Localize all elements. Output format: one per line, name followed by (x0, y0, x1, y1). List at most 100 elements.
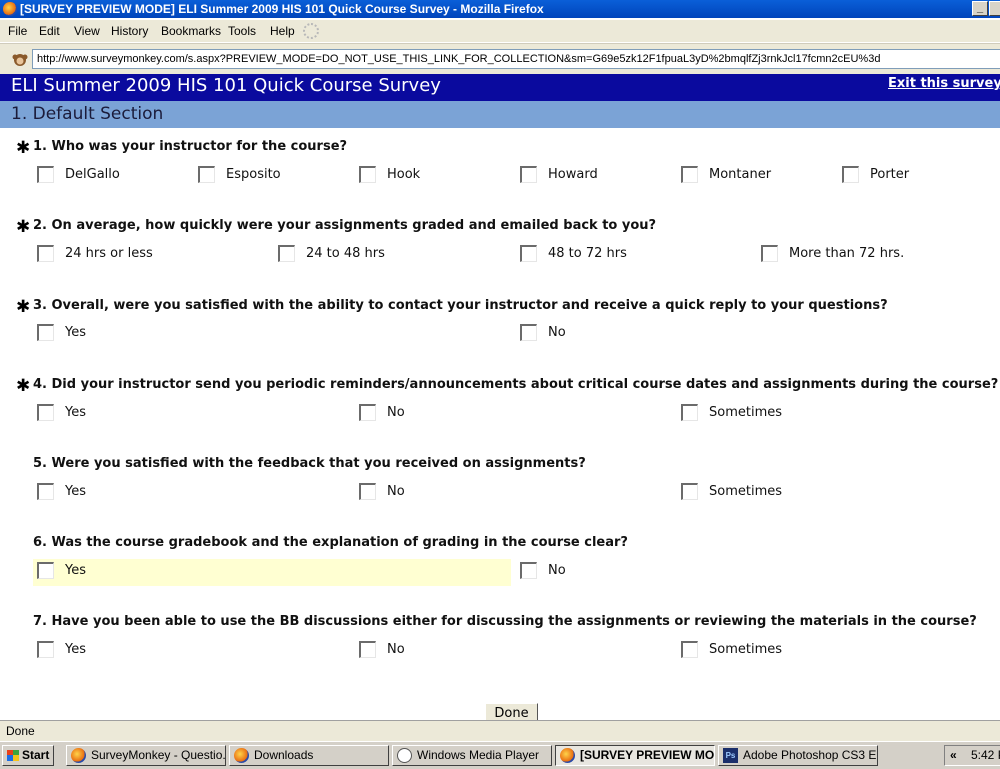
menu-help[interactable]: Help (270, 24, 295, 38)
checkbox[interactable] (761, 245, 778, 262)
q1-option-howard[interactable]: Howard (516, 163, 666, 187)
minimize-button[interactable]: _ (972, 1, 988, 16)
option-label: Hook (387, 167, 421, 182)
checkbox[interactable] (681, 641, 698, 658)
menu-history[interactable]: History (111, 24, 148, 38)
q5-option-yes[interactable]: Yes (33, 480, 343, 504)
question-1-text: 1. Who was your instructor for the cours… (33, 139, 348, 154)
checkbox[interactable] (37, 245, 54, 262)
checkbox[interactable] (681, 483, 698, 500)
q1-option-hook[interactable]: Hook (355, 163, 505, 187)
status-bar: Done (0, 720, 1000, 741)
firefox-icon (234, 748, 249, 763)
checkbox[interactable] (681, 166, 698, 183)
question-4-text: 4. Did your instructor send you periodic… (33, 377, 999, 392)
task-label: Downloads (254, 748, 314, 762)
taskbar-item-survey-preview[interactable]: [SURVEY PREVIEW MO... (555, 745, 715, 766)
q7-option-no[interactable]: No (355, 638, 665, 662)
checkbox[interactable] (37, 166, 54, 183)
option-label: Howard (548, 167, 598, 182)
menu-bookmarks[interactable]: Bookmarks (161, 24, 221, 38)
menu-file[interactable]: File (8, 24, 27, 38)
checkbox[interactable] (359, 404, 376, 421)
taskbar-item-downloads[interactable]: Downloads (229, 745, 389, 766)
taskbar-item-surveymonkey[interactable]: SurveyMonkey - Questio... (66, 745, 226, 766)
option-label: Yes (65, 563, 86, 578)
loading-throbber-icon (303, 23, 319, 39)
restore-button[interactable] (989, 1, 1000, 16)
checkbox[interactable] (37, 404, 54, 421)
checkbox[interactable] (359, 641, 376, 658)
option-label: 24 hrs or less (65, 246, 153, 261)
taskbar-item-media-player[interactable]: Windows Media Player (392, 745, 552, 766)
option-label: Sometimes (709, 484, 783, 499)
checkbox[interactable] (37, 324, 54, 341)
checkbox[interactable] (37, 562, 54, 579)
q5-option-sometimes[interactable]: Sometimes (677, 480, 987, 504)
survey-header: ELI Summer 2009 HIS 101 Quick Course Sur… (0, 74, 1000, 101)
taskbar-item-photoshop[interactable]: Ps Adobe Photoshop CS3 E... (718, 745, 878, 766)
checkbox[interactable] (520, 324, 537, 341)
q4-option-yes[interactable]: Yes (33, 401, 343, 425)
menu-view[interactable]: View (74, 24, 100, 38)
q5-option-no[interactable]: No (355, 480, 665, 504)
question-5-text: 5. Were you satisfied with the feedback … (33, 456, 586, 471)
system-tray: « 5:42 PM (944, 745, 1000, 766)
menu-tools[interactable]: Tools (228, 24, 256, 38)
option-label: No (548, 563, 566, 578)
q6-option-no[interactable]: No (516, 559, 986, 583)
url-input[interactable]: http://www.surveymonkey.com/s.aspx?PREVI… (32, 49, 1000, 69)
q7-option-sometimes[interactable]: Sometimes (677, 638, 987, 662)
section-title: 1. Default Section (11, 104, 164, 124)
survey-title: ELI Summer 2009 HIS 101 Quick Course Sur… (11, 75, 441, 96)
checkbox[interactable] (278, 245, 295, 262)
window-title: [SURVEY PREVIEW MODE] ELI Summer 2009 HI… (20, 2, 544, 16)
question-6-text: 6. Was the course gradebook and the expl… (33, 535, 628, 550)
option-label: Esposito (226, 167, 281, 182)
checkbox[interactable] (842, 166, 859, 183)
firefox-icon (71, 748, 86, 763)
required-marker: ✱ (16, 217, 31, 237)
checkbox[interactable] (359, 483, 376, 500)
window-title-bar[interactable]: [SURVEY PREVIEW MODE] ELI Summer 2009 HI… (0, 0, 1000, 18)
option-label: No (548, 325, 566, 340)
menu-edit[interactable]: Edit (39, 24, 60, 38)
checkbox[interactable] (37, 483, 54, 500)
checkbox[interactable] (681, 404, 698, 421)
q2-option-24hrs-or-less[interactable]: 24 hrs or less (33, 242, 263, 266)
clock: 5:42 PM (971, 748, 1000, 762)
q6-option-yes[interactable]: Yes (33, 559, 511, 586)
menu-bar: File Edit View History Bookmarks Tools H… (0, 20, 1000, 42)
q2-option-48-to-72[interactable]: 48 to 72 hrs (516, 242, 746, 266)
q2-option-24-to-48[interactable]: 24 to 48 hrs (274, 242, 504, 266)
checkbox[interactable] (520, 562, 537, 579)
option-label: 48 to 72 hrs (548, 246, 627, 261)
photoshop-icon: Ps (723, 748, 738, 763)
q3-option-yes[interactable]: Yes (33, 321, 503, 345)
q1-option-porter[interactable]: Porter (838, 163, 988, 187)
option-label: Yes (65, 642, 86, 657)
checkbox[interactable] (520, 245, 537, 262)
question-2-text: 2. On average, how quickly were your ass… (33, 218, 657, 233)
q2-option-more-than-72[interactable]: More than 72 hrs. (757, 242, 987, 266)
option-label: Yes (65, 325, 86, 340)
option-label: No (387, 405, 405, 420)
tray-expand-button[interactable]: « (950, 746, 957, 765)
q1-option-esposito[interactable]: Esposito (194, 163, 344, 187)
q3-option-no[interactable]: No (516, 321, 986, 345)
checkbox[interactable] (37, 641, 54, 658)
q1-option-delgallo[interactable]: DelGallo (33, 163, 183, 187)
checkbox[interactable] (198, 166, 215, 183)
section-header: 1. Default Section (0, 101, 1000, 128)
exit-survey-link[interactable]: Exit this survey (888, 76, 1000, 91)
checkbox[interactable] (520, 166, 537, 183)
checkbox[interactable] (359, 166, 376, 183)
firefox-icon (3, 2, 17, 16)
required-marker: ✱ (16, 297, 31, 317)
q7-option-yes[interactable]: Yes (33, 638, 343, 662)
q4-option-sometimes[interactable]: Sometimes (677, 401, 987, 425)
q4-option-no[interactable]: No (355, 401, 665, 425)
q1-option-montaner[interactable]: Montaner (677, 163, 827, 187)
status-text: Done (6, 724, 35, 738)
start-button[interactable]: Start (2, 745, 54, 766)
